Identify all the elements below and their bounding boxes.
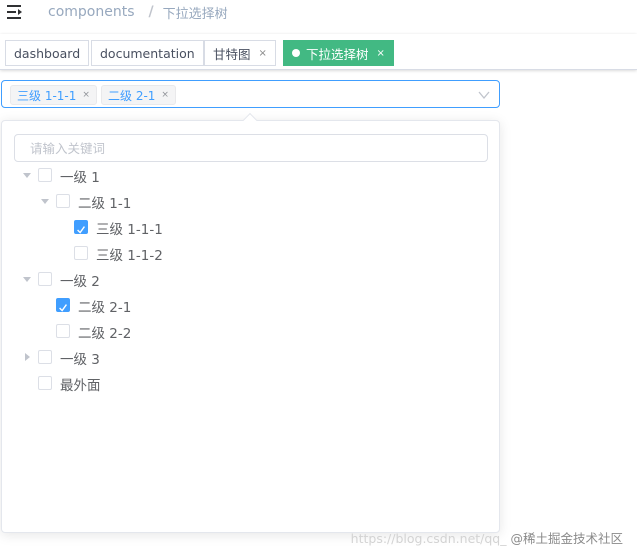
tree-dropdown-panel: 一级 1 二级 1-1 三级 1-1-1 三级 1-1-2 一级 2 二级 2-… <box>1 112 500 533</box>
breadcrumb-separator: / <box>148 4 154 20</box>
tree-node-label: 最外面 <box>60 378 101 394</box>
tag-gantt[interactable]: 甘特图 × <box>204 40 276 66</box>
watermark-brand: @稀土掘金技术社区 <box>510 531 623 546</box>
watermark-url: https://blog.csdn.net/qq_ <box>350 531 507 546</box>
selected-tag: 二级 2-1 × <box>101 85 176 105</box>
check-icon <box>77 226 85 234</box>
chevron-down-icon[interactable] <box>477 88 491 102</box>
remove-tag-icon[interactable]: × <box>161 90 169 100</box>
remove-tag-icon[interactable]: × <box>82 90 90 100</box>
navbar: components / 下拉选择树 <box>0 0 637 30</box>
tag-label: documentation <box>100 45 195 61</box>
tag-label: dashboard <box>14 45 81 61</box>
active-dot-icon <box>292 49 300 57</box>
caret-down-icon[interactable] <box>22 170 32 180</box>
checkbox[interactable] <box>56 324 70 338</box>
breadcrumb-root[interactable]: components <box>48 4 135 20</box>
checkbox[interactable] <box>74 246 88 260</box>
checkbox-checked[interactable] <box>56 298 70 312</box>
tag-dashboard[interactable]: dashboard <box>5 40 90 66</box>
checkbox[interactable] <box>38 168 52 182</box>
breadcrumb: components / 下拉选择树 <box>48 2 228 22</box>
tree-node-label: 二级 1-1 <box>78 196 132 212</box>
tree-node-label: 三级 1-1-2 <box>96 248 163 264</box>
watermark: https://blog.csdn.net/qq_ @稀土掘金技术社区 <box>351 528 623 547</box>
caret-down-icon[interactable] <box>40 196 50 206</box>
tag-close-icon[interactable]: × <box>259 48 267 59</box>
caret-right-icon[interactable] <box>22 352 32 362</box>
breadcrumb-current: 下拉选择树 <box>162 6 228 22</box>
checkbox[interactable] <box>38 350 52 364</box>
tag-select-tree[interactable]: 下拉选择树 × <box>283 40 394 66</box>
checkbox[interactable] <box>56 194 70 208</box>
selected-tag: 三级 1-1-1 × <box>10 85 97 105</box>
checkbox[interactable] <box>38 272 52 286</box>
tree-search-input[interactable] <box>14 134 488 162</box>
tree-node-label: 二级 2-1 <box>78 300 132 316</box>
tree-select-input[interactable]: 三级 1-1-1 × 二级 2-1 × <box>1 80 500 108</box>
checkbox-checked[interactable] <box>74 220 88 234</box>
tree-node-label: 一级 3 <box>60 352 100 368</box>
selected-tag-label: 三级 1-1-1 <box>17 88 77 103</box>
caret-down-icon[interactable] <box>22 274 32 284</box>
popper-arrow <box>242 112 258 128</box>
tree-node-label: 一级 2 <box>60 274 100 290</box>
tag-label: 下拉选择树 <box>306 46 369 62</box>
checkbox[interactable] <box>38 376 52 390</box>
tag-close-icon[interactable]: × <box>377 48 385 59</box>
tag-documentation[interactable]: documentation <box>91 40 204 66</box>
selected-tag-label: 二级 2-1 <box>108 88 156 103</box>
check-icon <box>59 304 67 312</box>
tree-node-label: 一级 1 <box>60 170 100 186</box>
hamburger-menu-icon[interactable] <box>6 3 24 21</box>
tag-label: 甘特图 <box>213 46 251 62</box>
tree-node-label: 三级 1-1-1 <box>96 222 163 238</box>
tags-view: dashboard documentation 甘特图 × 下拉选择树 × <box>0 34 637 70</box>
tree-node-label: 二级 2-2 <box>78 326 132 342</box>
